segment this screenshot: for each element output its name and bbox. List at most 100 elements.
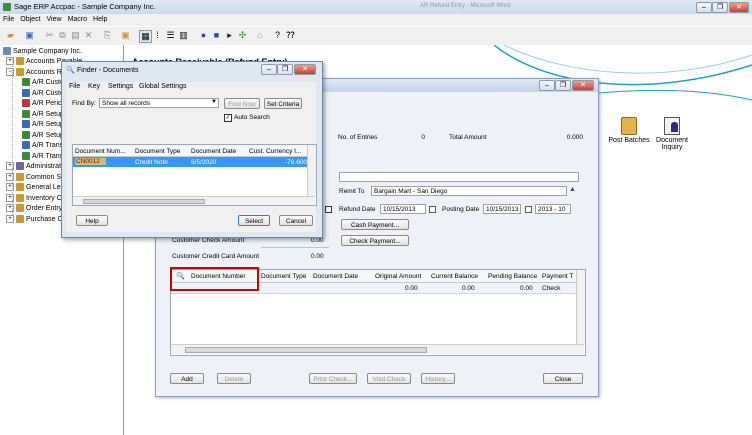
col-document-date[interactable]: Document Date — [313, 273, 358, 280]
refund-maximize-icon[interactable]: ❐ — [555, 80, 571, 91]
menu-object[interactable]: Object — [17, 14, 43, 26]
paste-icon[interactable]: ▤ — [70, 30, 81, 41]
remit-to-dropdown-icon[interactable]: ▲ — [569, 186, 576, 193]
finder-horizontal-scrollbar[interactable] — [73, 196, 315, 205]
menu-view[interactable]: View — [44, 14, 65, 26]
finder-maximize-icon[interactable]: ❐ — [277, 64, 293, 75]
menu-help[interactable]: Help — [90, 14, 110, 26]
find-by-dropdown-icon[interactable]: ▼ — [211, 99, 217, 105]
menu-file[interactable]: File — [0, 14, 17, 26]
credit-card-amount-label: Customer Credit Card Amount — [172, 253, 260, 260]
tree-root[interactable]: Sample Company Inc. — [3, 47, 82, 56]
result-document-date: 6/5/2020 — [191, 159, 217, 166]
find-now-button[interactable]: Find Now — [224, 98, 260, 109]
small-icons-icon[interactable]: ⁞ — [152, 30, 163, 41]
record-macro-icon[interactable]: ● — [198, 30, 209, 41]
minimize-icon[interactable]: – — [696, 2, 712, 13]
finder-col-document-type[interactable]: Document Type — [135, 148, 180, 155]
help-icon[interactable]: ? — [272, 30, 283, 41]
check-amount-value: 0.00 — [311, 237, 324, 244]
refund-check-flag[interactable] — [325, 206, 332, 213]
cash-payment-button[interactable]: Cash Payment... — [341, 219, 409, 230]
copy-icon[interactable]: ⧉ — [57, 30, 68, 41]
col-payment-type[interactable]: Payment T — [542, 273, 573, 280]
post-batches-icon — [621, 117, 637, 135]
folder-icon — [16, 193, 24, 202]
details-icon[interactable]: ▥ — [178, 30, 189, 41]
folder-icon — [16, 214, 24, 223]
finder-vertical-scrollbar[interactable] — [307, 145, 316, 196]
admin-icon — [16, 162, 24, 171]
finder-col-document-number[interactable]: Document Num... — [75, 148, 126, 155]
check-amount-label: Customer Check Amount — [172, 237, 245, 244]
description-field[interactable] — [339, 172, 579, 182]
col-document-type[interactable]: Document Type — [261, 273, 306, 280]
list-icon[interactable]: ☰ — [165, 30, 176, 41]
finder-select-button[interactable]: Select — [238, 215, 270, 226]
finder-help-button[interactable]: Help — [76, 215, 108, 226]
refund-date-calendar-icon[interactable] — [429, 206, 436, 213]
delete-button[interactable]: Delete — [217, 373, 251, 384]
add-button[interactable]: Add — [170, 373, 204, 384]
col-original-amount[interactable]: Original Amount — [375, 273, 421, 280]
grid-horizontal-scrollbar[interactable] — [171, 344, 584, 354]
finder-menu-key[interactable]: Key — [88, 83, 100, 90]
tree-item[interactable]: A/R Setup — [22, 109, 64, 119]
cut-icon[interactable]: ✂ — [44, 30, 55, 41]
home-icon[interactable]: ⌂ — [254, 30, 265, 41]
refund-date-field[interactable]: 10/15/2013 — [380, 204, 426, 214]
posting-date-field[interactable]: 10/15/2013 — [483, 204, 521, 214]
menu-macro[interactable]: Macro — [65, 14, 90, 26]
finder-menu-file[interactable]: File — [69, 83, 80, 90]
maximize-icon[interactable]: ❐ — [712, 2, 728, 13]
void-check-button[interactable]: Void Check — [367, 373, 411, 384]
view-icon[interactable]: ▣ — [24, 30, 35, 41]
expand-icon[interactable]: + — [6, 214, 14, 223]
finder-close-icon[interactable]: ✕ — [294, 64, 316, 75]
finder-minimize-icon[interactable]: – — [261, 64, 277, 75]
shortcut-post-batches[interactable]: Post Batches — [604, 117, 654, 144]
remit-to-field[interactable]: Bargain Mart - San Diego — [371, 186, 567, 196]
stop-macro-icon[interactable]: ■ — [211, 30, 222, 41]
finder-menu-settings[interactable]: Settings — [108, 83, 133, 90]
document-inquiry-label: Document Inquiry — [656, 137, 688, 151]
finder-cancel-button[interactable]: Cancel — [279, 215, 313, 226]
refund-date-label: Refund Date — [339, 206, 376, 213]
context-help-icon[interactable]: ⁇ — [285, 30, 296, 41]
finder-col-currency[interactable]: Cust. Currency I... — [249, 148, 301, 155]
shortcut-document-inquiry[interactable]: Document Inquiry — [652, 117, 692, 151]
print-check-button[interactable]: Print Check... — [309, 373, 357, 384]
col-current-balance[interactable]: Current Balance — [431, 273, 478, 280]
col-pending-balance[interactable]: Pending Balance — [488, 273, 537, 280]
refund-close-icon[interactable]: ✕ — [572, 80, 594, 91]
check-payment-button[interactable]: Check Payment... — [341, 235, 409, 246]
fiscal-period-field[interactable]: 2013 - 10 — [535, 204, 571, 214]
open-icon[interactable]: ▰ — [5, 30, 16, 41]
auto-search-label: Auto Search — [234, 114, 270, 121]
delete-icon[interactable]: ✕ — [83, 30, 94, 41]
divider — [261, 247, 329, 248]
auto-search-checkbox[interactable]: ✓ — [224, 114, 232, 122]
refund-minimize-icon[interactable]: – — [539, 80, 555, 91]
history-button[interactable]: History... — [421, 373, 455, 384]
grid-vertical-scrollbar[interactable] — [576, 270, 585, 344]
finder-result-row[interactable]: CN0012 Credit Note 6/5/2020 -78.600 — [73, 157, 307, 167]
find-by-select[interactable]: Show all records — [99, 98, 219, 108]
finder-menu-global-settings[interactable]: Global Settings — [139, 83, 186, 90]
play-macro-icon[interactable]: ▸ — [224, 30, 235, 41]
posting-date-calendar-icon[interactable] — [525, 206, 532, 213]
tree-connector-line — [12, 57, 13, 215]
row-pending-balance: 0.00 — [520, 285, 533, 292]
app-title: Sage ERP Accpac - Sample Company Inc. — [14, 2, 156, 11]
up-folder-icon[interactable]: ▣ — [120, 30, 131, 41]
properties-icon[interactable]: ⎘ — [102, 30, 113, 41]
finder-col-document-date[interactable]: Document Date — [191, 148, 236, 155]
set-criteria-button[interactable]: Set Criteria — [264, 98, 302, 109]
tree-item[interactable]: + Order Entry — [6, 204, 62, 213]
finder-results-grid[interactable]: Document Num... Document Type Document D… — [72, 144, 317, 206]
close-button[interactable]: Close — [543, 373, 583, 384]
tools-icon[interactable]: ✣ — [237, 30, 248, 41]
folder-icon — [16, 172, 24, 181]
large-icons-icon[interactable]: ▦ — [139, 30, 152, 43]
close-icon[interactable]: ✕ — [729, 2, 749, 13]
